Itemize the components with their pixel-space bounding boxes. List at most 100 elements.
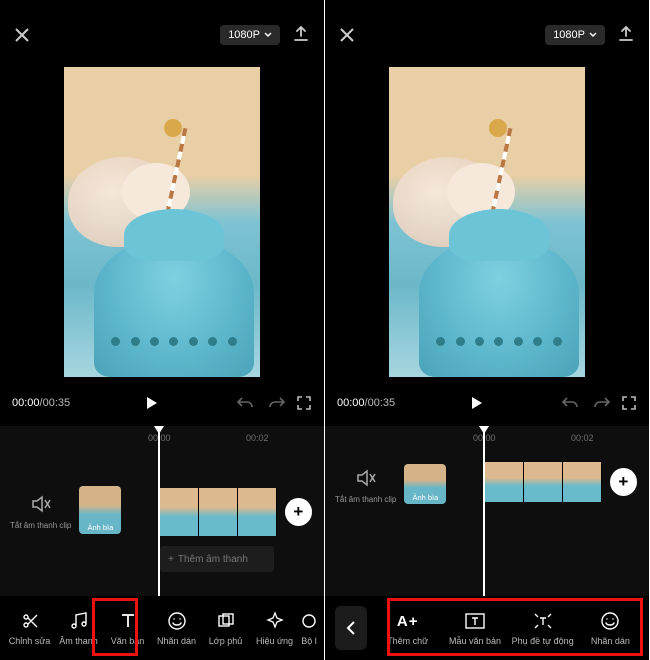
redo-button[interactable] — [268, 396, 286, 410]
tool-auto-subtitle[interactable]: Phụ đề tự động — [510, 604, 576, 652]
mute-clip-button[interactable]: Tắt âm thanh clip — [10, 490, 71, 531]
add-clip-button[interactable]: + — [285, 498, 312, 526]
cover-label: Ảnh bìa — [79, 523, 121, 532]
fullscreen-button[interactable] — [296, 395, 312, 411]
play-button[interactable] — [468, 395, 484, 411]
play-icon — [143, 395, 159, 411]
add-clip-button[interactable]: + — [610, 468, 637, 496]
clip-segment[interactable] — [160, 488, 199, 536]
resolution-selector[interactable]: 1080P — [220, 25, 280, 45]
tool-text[interactable]: Văn bản — [104, 604, 151, 652]
undo-button[interactable] — [236, 396, 254, 410]
export-icon — [292, 26, 310, 44]
clip-segment[interactable] — [199, 488, 238, 536]
timeline[interactable]: 00:00 00:02 Tắt âm thanh clip Ảnh bìa + … — [0, 426, 324, 596]
mute-label: Tắt âm thanh clip — [10, 522, 71, 531]
tool-label: Phụ đề tự động — [512, 636, 574, 646]
tool-edit[interactable]: Chỉnh sửa — [6, 604, 53, 652]
chevron-down-icon — [264, 32, 272, 38]
expand-icon — [621, 395, 637, 411]
playhead[interactable] — [483, 426, 485, 596]
overlay-icon — [216, 611, 236, 631]
playback-time: 00:00/00:35 — [337, 397, 395, 409]
playhead[interactable] — [158, 426, 160, 596]
transport-bar: 00:00/00:35 — [325, 380, 649, 426]
redo-icon — [268, 396, 286, 410]
clip-segment[interactable] — [238, 488, 277, 536]
top-bar: 1080P — [325, 0, 649, 70]
chevron-left-icon — [346, 621, 356, 635]
video-track[interactable]: + — [160, 488, 312, 536]
cover-thumbnail[interactable]: Ảnh bìa — [404, 464, 446, 504]
resolution-value: 1080P — [228, 29, 260, 41]
play-button[interactable] — [143, 395, 159, 411]
filter-icon — [302, 611, 316, 631]
tool-label: Bộ l — [301, 636, 317, 646]
text-template-icon — [464, 611, 486, 631]
video-track[interactable]: + — [485, 462, 637, 502]
tool-label: Nhãn dán — [157, 636, 196, 646]
export-button[interactable] — [292, 26, 310, 44]
video-frame — [64, 67, 260, 377]
close-button[interactable] — [14, 27, 30, 43]
video-preview[interactable] — [0, 70, 324, 380]
tool-filter-partial[interactable]: Bộ l — [300, 604, 318, 652]
undo-button[interactable] — [561, 396, 579, 410]
play-icon — [468, 395, 484, 411]
undo-icon — [236, 396, 254, 410]
mute-clip-button[interactable]: Tắt âm thanh clip — [335, 464, 396, 505]
resolution-value: 1080P — [553, 29, 585, 41]
clip-segment[interactable] — [485, 462, 524, 502]
export-button[interactable] — [617, 26, 635, 44]
subtitle-icon — [532, 611, 554, 631]
close-button[interactable] — [339, 27, 355, 43]
mute-icon — [355, 467, 377, 489]
mute-label: Tắt âm thanh clip — [335, 496, 396, 505]
transport-bar: 00:00/00:35 — [0, 380, 324, 426]
timeline[interactable]: 00:00 00:02 Tắt âm thanh clip Ảnh bìa + — [325, 426, 649, 596]
editor-screen-right: 1080P 00:00/00:35 — [325, 0, 650, 660]
sparkle-icon — [265, 611, 285, 631]
resolution-selector[interactable]: 1080P — [545, 25, 605, 45]
sticker-icon — [167, 611, 187, 631]
video-preview[interactable] — [325, 70, 649, 380]
redo-icon — [593, 396, 611, 410]
music-icon — [69, 611, 89, 631]
sticker-icon — [600, 611, 620, 631]
tool-label: Mẫu văn bản — [449, 636, 501, 646]
editor-screen-left: 1080P 00:00/00:35 — [0, 0, 325, 660]
tool-add-text[interactable]: A+ Thêm chữ — [375, 604, 440, 652]
clip-segment[interactable] — [524, 462, 563, 502]
fullscreen-button[interactable] — [621, 395, 637, 411]
tool-label: Chỉnh sửa — [9, 636, 51, 646]
tool-text-template[interactable]: Mẫu văn bản — [442, 604, 507, 652]
mute-icon — [30, 493, 52, 515]
tool-audio[interactable]: Âm thanh — [55, 604, 102, 652]
chevron-down-icon — [589, 32, 597, 38]
cover-label: Ảnh bìa — [404, 493, 446, 502]
top-bar: 1080P — [0, 0, 324, 70]
undo-icon — [561, 396, 579, 410]
text-submenu-toolbar: A+ Thêm chữ Mẫu văn bản Phụ đề tự động N… — [325, 596, 649, 660]
tool-overlay[interactable]: Lớp phủ — [202, 604, 249, 652]
export-icon — [617, 26, 635, 44]
tool-sticker[interactable]: Nhãn dán — [153, 604, 200, 652]
tool-effect[interactable]: Hiệu ứng — [251, 604, 298, 652]
tool-label: Hiệu ứng — [256, 636, 293, 646]
text-icon — [118, 611, 138, 631]
scissors-icon — [20, 611, 40, 631]
back-button[interactable] — [335, 606, 367, 650]
close-icon — [339, 27, 355, 43]
add-audio-button[interactable]: + Thêm âm thanh — [160, 546, 274, 572]
clip-segment[interactable] — [563, 462, 602, 502]
tool-label: Âm thanh — [59, 636, 98, 646]
video-frame — [389, 67, 585, 377]
playback-time: 00:00/00:35 — [12, 397, 70, 409]
tool-label: Nhãn dán — [591, 636, 630, 646]
redo-button[interactable] — [593, 396, 611, 410]
tool-sticker[interactable]: Nhãn dán — [578, 604, 643, 652]
close-icon — [14, 27, 30, 43]
cover-thumbnail[interactable]: Ảnh bìa — [79, 486, 121, 534]
expand-icon — [296, 395, 312, 411]
tool-label: Thêm chữ — [387, 636, 428, 646]
